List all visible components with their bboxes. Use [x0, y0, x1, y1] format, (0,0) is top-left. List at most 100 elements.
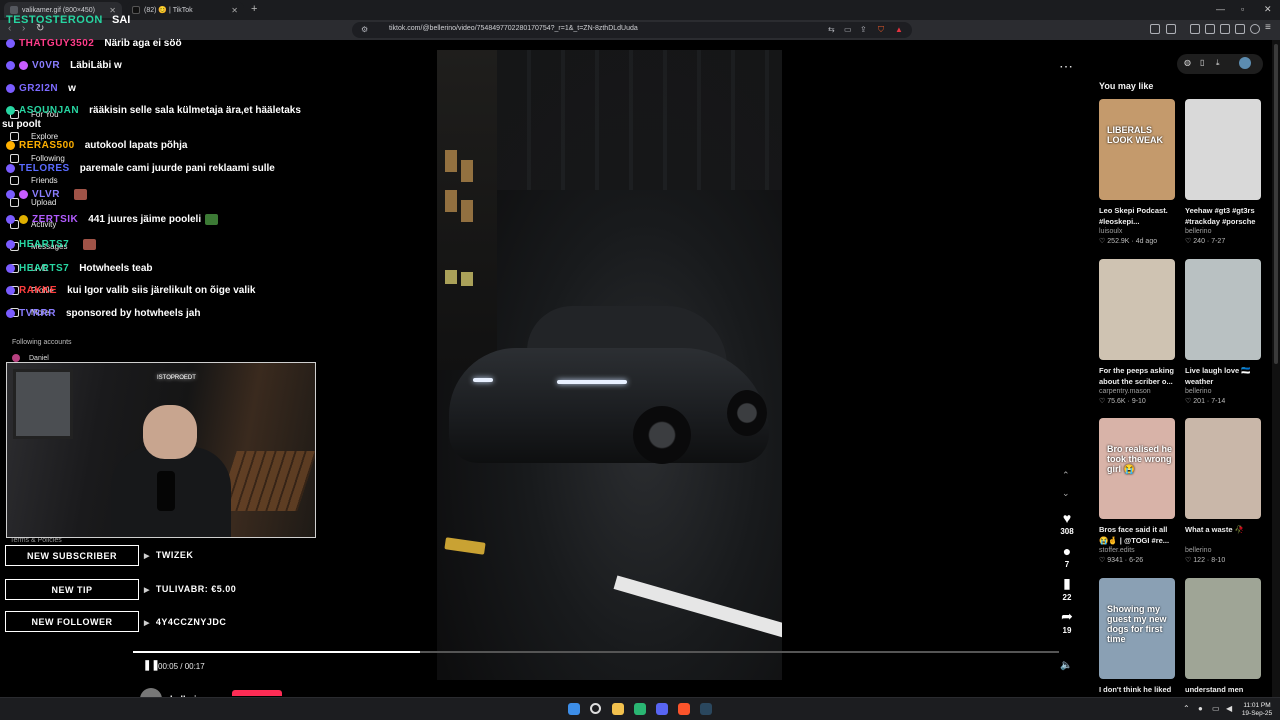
steam-icon[interactable]: [700, 703, 712, 715]
video-card[interactable]: For the peeps asking about the scriber o…: [1099, 259, 1175, 405]
brave-shield-icon[interactable]: ⛉: [878, 25, 884, 35]
comment-button[interactable]: ● 7: [1054, 543, 1080, 569]
video-author[interactable]: bellerino: [1185, 547, 1261, 554]
badge-icon: [6, 308, 15, 318]
video-thumbnail[interactable]: Showing my guest my new dogs for first t…: [1099, 578, 1175, 679]
chat-text: Närib aga ei söö: [104, 37, 182, 49]
phone-icon[interactable]: ▯: [1200, 58, 1204, 67]
chevron-down-icon[interactable]: ⌄: [1062, 488, 1070, 499]
video-thumbnail[interactable]: [1185, 578, 1261, 679]
url-field[interactable]: ⚙ tiktok.com/@bellerino/video/7548497702…: [352, 22, 912, 38]
scrollbar-thumb[interactable]: [1274, 44, 1278, 364]
chat-username: HEARTS7: [19, 238, 70, 250]
sidebar-icon[interactable]: [1190, 24, 1200, 34]
save-button[interactable]: ▮ 22: [1054, 575, 1080, 602]
video-author[interactable]: bellerino: [1185, 228, 1261, 235]
minimize-icon[interactable]: —: [1216, 4, 1225, 14]
discord-icon[interactable]: [656, 703, 668, 715]
vpn-icon[interactable]: [1220, 24, 1230, 34]
download-icon[interactable]: ⤓: [1216, 58, 1220, 68]
leo-icon[interactable]: [1235, 24, 1245, 34]
chat-username: V0VR: [32, 59, 61, 71]
shield-icon[interactable]: [1250, 24, 1260, 34]
chat-message: TELORES paremale cami juurde pani reklaam…: [6, 161, 275, 175]
heart-icon: ♡: [1099, 398, 1106, 405]
video-card[interactable]: Live laugh love 🇪🇪 weather bellerino ♡ 201 …: [1185, 259, 1261, 405]
video-stats: ♡ 240 · 7-27: [1185, 238, 1226, 245]
terms-link[interactable]: Terms & Policies: [10, 537, 62, 544]
video-window-light: [461, 272, 473, 286]
coin-icon[interactable]: ◍: [1184, 58, 1191, 67]
taskbar-clock[interactable]: 11:01 PM 19-Sep-25: [1238, 702, 1276, 718]
chevron-up-icon[interactable]: ⌃: [1062, 470, 1070, 481]
close-window-icon[interactable]: ✕: [1264, 4, 1272, 15]
start-icon[interactable]: [568, 703, 580, 715]
microphone-tray-icon[interactable]: ●: [1198, 704, 1203, 713]
video-thumbnail[interactable]: [1185, 259, 1261, 360]
chat-text: Hotwheels teab: [79, 262, 153, 274]
cast-icon[interactable]: ⇆: [828, 25, 835, 34]
screen-icon[interactable]: ▭: [844, 25, 852, 34]
site-info-icon[interactable]: ⚙: [361, 25, 368, 34]
video-thumbnail[interactable]: [1185, 99, 1261, 200]
car-wheel: [727, 390, 767, 436]
video-card[interactable]: What a waste 🥀 bellerino ♡ 122 · 8-10: [1185, 418, 1261, 564]
network-icon[interactable]: ▭: [1212, 704, 1220, 713]
search-icon[interactable]: [590, 703, 601, 714]
file-explorer-icon[interactable]: [612, 703, 624, 715]
like-count: 308: [1060, 527, 1074, 536]
url-text: tiktok.com/@bellerino/video/754849770228…: [389, 25, 638, 32]
post-date: 7-14: [1211, 398, 1226, 405]
post-date: 8-10: [1211, 557, 1226, 564]
video-thumbnail[interactable]: LIBERALS LOOK WEAK: [1099, 99, 1175, 200]
video-thumbnail[interactable]: Bro realised he took the wrong girl 😭: [1099, 418, 1175, 519]
video-time: 00:05 / 00:17: [158, 662, 205, 671]
video-player[interactable]: [437, 50, 782, 680]
tray-chevron-icon[interactable]: ⌃: [1183, 704, 1190, 713]
like-button[interactable]: ♥ 308: [1054, 510, 1080, 536]
video-author[interactable]: stoffer.edits: [1099, 547, 1175, 554]
follow-button[interactable]: [232, 690, 282, 696]
chat-text: 441 juures jäime pooleli: [88, 213, 202, 225]
video-card[interactable]: Yeehaw #gt3 #gt3rs #trackday #porsche bel…: [1185, 99, 1261, 245]
alert-subscriber-value: ▶ TWIZEK: [144, 550, 193, 560]
alert-new-tip: NEW TIP: [5, 579, 139, 600]
volume-icon[interactable]: 🔈: [1060, 660, 1072, 671]
video-author[interactable]: bellerino: [1185, 388, 1261, 395]
chat-message: TVRRR sponsored by hotwheels jah: [6, 306, 200, 320]
extension-icon[interactable]: [1166, 24, 1176, 34]
video-card[interactable]: understand men: [1185, 578, 1261, 708]
brave-icon[interactable]: [678, 703, 690, 715]
share-icon[interactable]: ⇪: [860, 25, 867, 34]
rewards-icon[interactable]: ▲: [895, 25, 903, 34]
webcam-person-head: [143, 405, 197, 459]
video-card[interactable]: LIBERALS LOOK WEAK Leo Skepi Podcast. #le…: [1099, 99, 1175, 245]
wallet-icon[interactable]: [1205, 24, 1215, 34]
badge-icon: [6, 163, 15, 173]
app-icon[interactable]: [634, 703, 646, 715]
badge-icon: [6, 239, 15, 249]
video-progress-bar[interactable]: [133, 651, 1059, 653]
chat-text: w: [68, 82, 76, 94]
video-author[interactable]: luisoulx: [1099, 228, 1175, 235]
badge-icon: [19, 60, 28, 70]
share-button[interactable]: ➦ 19: [1054, 608, 1080, 635]
video-thumbnail[interactable]: [1185, 418, 1261, 519]
video-card[interactable]: Showing my guest my new dogs for first t…: [1099, 578, 1175, 708]
menu-icon[interactable]: ≡: [1265, 22, 1275, 33]
extension-icon[interactable]: [1150, 24, 1160, 34]
chat-text: sponsored by hotwheels jah: [65, 307, 201, 319]
following-account-item[interactable]: Daniel: [12, 354, 49, 362]
chat-message: HEARTS7: [6, 237, 97, 251]
video-thumbnail[interactable]: [1099, 259, 1175, 360]
more-options-icon[interactable]: ⋯: [1059, 58, 1073, 75]
arrow-icon: ▶: [144, 620, 150, 627]
avatar[interactable]: [1239, 57, 1251, 69]
maximize-icon[interactable]: ▫: [1241, 4, 1244, 14]
video-ceiling: [497, 50, 782, 190]
volume-tray-icon[interactable]: ◀: [1226, 704, 1232, 713]
chat-username: VLVR: [32, 188, 60, 200]
avatar: [12, 354, 20, 362]
video-card[interactable]: Bro realised he took the wrong girl 😭 Bro…: [1099, 418, 1175, 564]
video-author[interactable]: carpentry.mason: [1099, 388, 1175, 395]
